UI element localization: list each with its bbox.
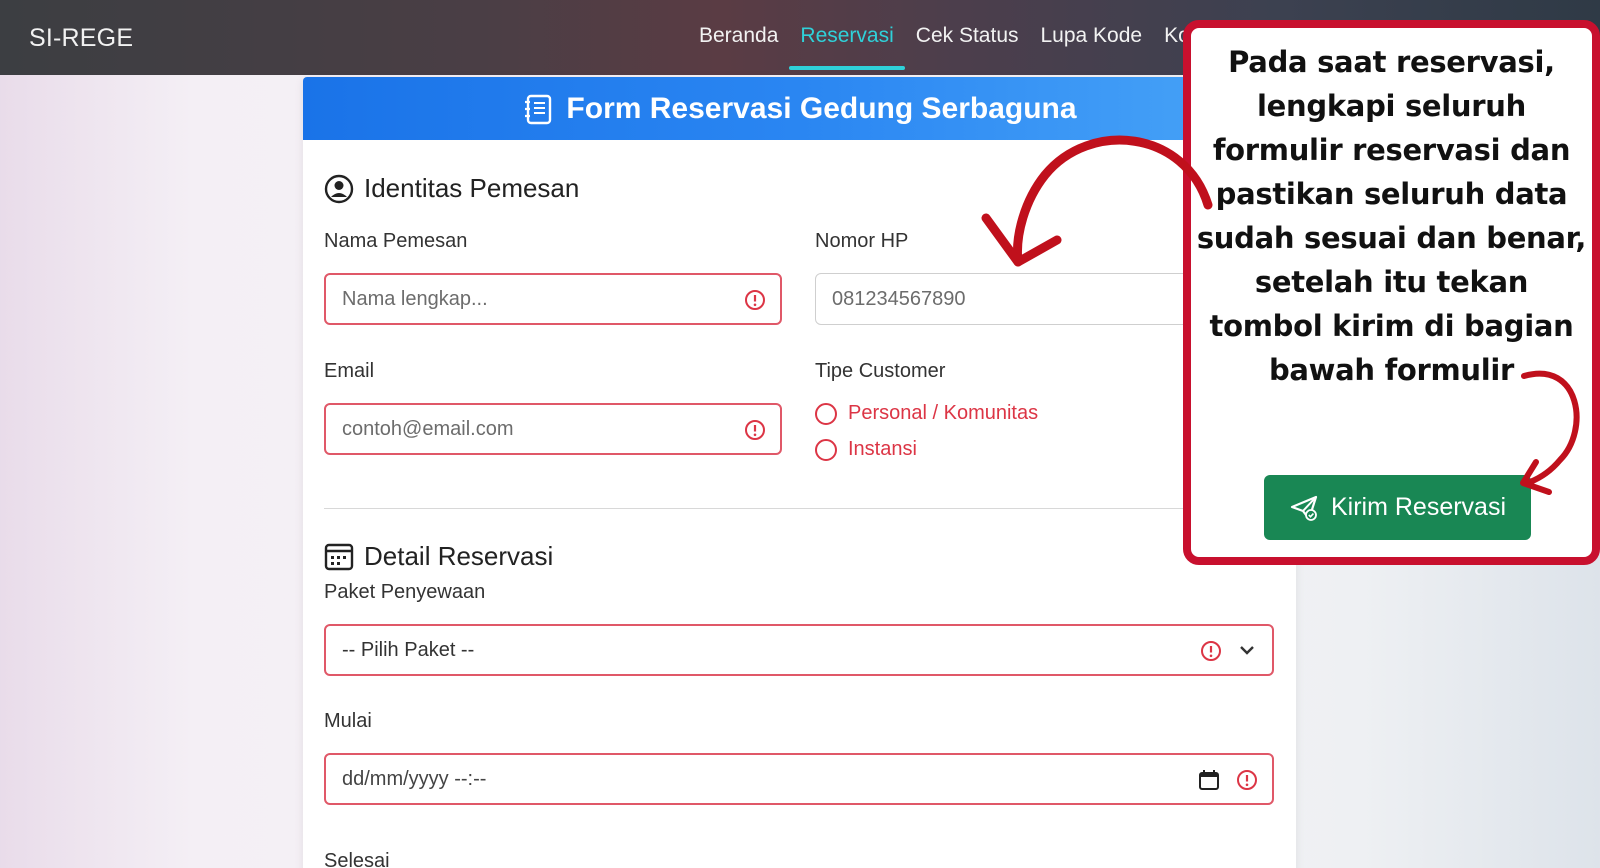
name-label: Nama Pemesan [324, 230, 468, 252]
start-placeholder: dd/mm/yyyy --:-- [342, 767, 487, 790]
start-datetime-input[interactable]: dd/mm/yyyy --:-- [324, 753, 1274, 805]
section-divider [324, 508, 1275, 509]
error-icon [745, 420, 765, 440]
callout-text: Pada saat reservasi, lengkapi seluruh fo… [1196, 45, 1587, 387]
nav-link-beranda[interactable]: Beranda [688, 24, 789, 74]
nav-link-lupa-kode[interactable]: Lupa Kode [1030, 24, 1154, 74]
nav-link-reservasi[interactable]: Reservasi [789, 24, 906, 74]
phone-label: Nomor HP [815, 230, 909, 252]
name-placeholder: Nama lengkap... [342, 287, 488, 310]
email-placeholder: contoh@email.com [342, 417, 514, 440]
reservation-form-card: Form Reservasi Gedung Serbaguna Identita… [303, 77, 1296, 868]
calendar-icon [324, 543, 354, 570]
brand-logo[interactable]: SI-REGE [29, 24, 133, 53]
customer-type-label: Tipe Customer [815, 360, 946, 382]
package-label: Paket Penyewaan [324, 581, 486, 603]
form-header: Form Reservasi Gedung Serbaguna [303, 77, 1296, 140]
calendar-picker-icon[interactable] [1198, 769, 1220, 791]
form-document-icon [525, 94, 552, 124]
radio-instansi[interactable]: Instansi [815, 438, 917, 461]
package-selected-value: -- Pilih Paket -- [342, 638, 475, 661]
package-select[interactable]: -- Pilih Paket -- [324, 624, 1274, 676]
radio-circle[interactable] [815, 438, 837, 461]
radio-circle[interactable] [815, 402, 837, 425]
error-icon [745, 290, 765, 310]
nav-links: Beranda Reservasi Cek Status Lupa Kode K… [688, 24, 1201, 74]
detail-section-title: Detail Reservasi [324, 541, 553, 572]
email-input[interactable]: contoh@email.com [324, 403, 782, 455]
user-circle-icon [324, 174, 354, 203]
start-label: Mulai [324, 710, 372, 732]
email-label: Email [324, 360, 375, 382]
error-icon [1237, 770, 1257, 790]
end-label: Selesai [324, 850, 390, 868]
chevron-down-icon [1240, 646, 1254, 655]
submit-reservation-button[interactable]: Kirim Reservasi [1264, 475, 1531, 540]
nav-link-cek-status[interactable]: Cek Status [905, 24, 1030, 74]
identity-section-title: Identitas Pemesan [324, 173, 579, 204]
form-title: Form Reservasi Gedung Serbaguna [566, 91, 1077, 125]
radio-personal[interactable]: Personal / Komunitas [815, 402, 1038, 425]
error-icon [1201, 641, 1221, 661]
name-input[interactable]: Nama lengkap... [324, 273, 782, 325]
instruction-callout: Pada saat reservasi, lengkapi seluruh fo… [1183, 20, 1600, 565]
send-icon [1290, 495, 1318, 521]
